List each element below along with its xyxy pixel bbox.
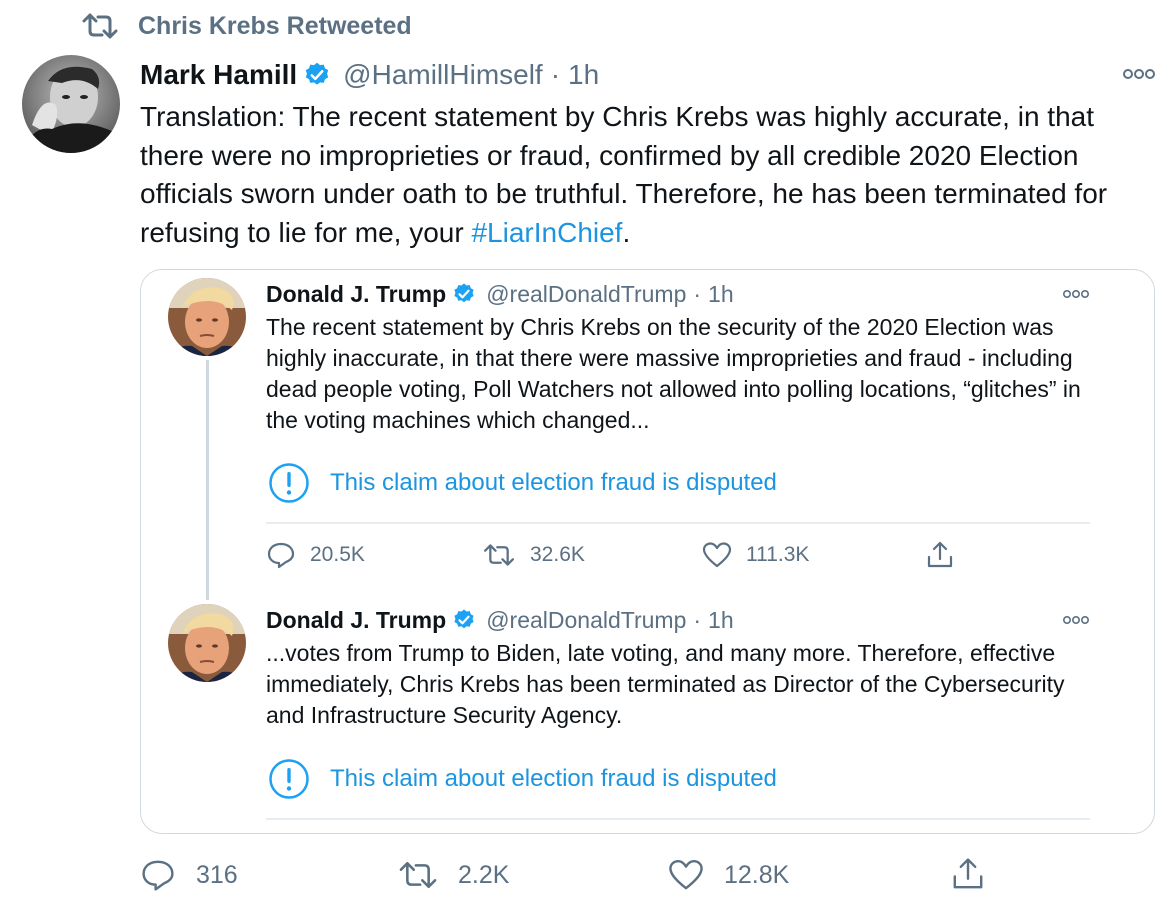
quoted-author-name[interactable]: Donald J. Trump: [266, 281, 446, 308]
more-options-icon[interactable]: [1062, 287, 1090, 301]
quoted-tweet-text: The recent statement by Chris Krebs on t…: [266, 314, 1081, 433]
retweet-icon: [484, 544, 514, 566]
quoted-author-name[interactable]: Donald J. Trump: [266, 607, 446, 634]
share-icon: [927, 541, 953, 568]
tweet-text-end: .: [622, 216, 631, 248]
info-icon: [268, 462, 310, 504]
author-name[interactable]: Mark Hamill: [140, 59, 297, 91]
tweet-text: Translation: The recent statement by Chr…: [140, 98, 1150, 252]
disputed-claim-label[interactable]: This claim about election fraud is dispu…: [330, 469, 777, 497]
like-count: 12.8K: [724, 860, 790, 889]
reply-count: 316: [196, 860, 238, 889]
quoted-tweet-actions: 20.5K 32.6K 111.3K: [266, 538, 1090, 572]
quoted-avatar[interactable]: [168, 604, 246, 682]
verified-badge-icon: [452, 282, 476, 306]
more-options-icon[interactable]: [1062, 613, 1090, 627]
retweet-count: 2.2K: [458, 860, 510, 889]
retweet-context-label: Chris Krebs Retweeted: [138, 11, 412, 40]
heart-icon: [669, 860, 703, 890]
divider: [266, 818, 1090, 820]
share-icon: [953, 858, 983, 889]
separator-dot: ·: [550, 59, 561, 90]
avatar[interactable]: [22, 55, 120, 153]
like-button[interactable]: 12.8K: [668, 856, 789, 894]
verified-badge-icon: [303, 61, 331, 89]
divider: [266, 522, 1090, 524]
retweet-context[interactable]: Chris Krebs Retweeted: [82, 10, 412, 42]
reply-icon: [267, 542, 295, 569]
quoted-tweet-header: Donald J. Trump @realDonaldTrump · 1h: [266, 279, 734, 309]
separator-dot: ·: [693, 606, 702, 633]
hashtag-link[interactable]: #LiarInChief: [471, 217, 622, 248]
retweet-icon: [399, 861, 437, 889]
disputed-claim-notice[interactable]: This claim about election fraud is dispu…: [268, 463, 777, 503]
heart-icon: [702, 542, 732, 568]
reply-button[interactable]: 20.5K: [266, 538, 365, 572]
share-button[interactable]: [926, 538, 968, 572]
like-count: 111.3K: [746, 543, 810, 566]
reply-count: 20.5K: [310, 543, 365, 566]
tweet-header: Mark Hamill @HamillHimself · 1h: [140, 56, 599, 94]
thread-connector-line: [206, 360, 209, 600]
reply-icon: [142, 860, 174, 891]
retweet-button[interactable]: 32.6K: [482, 538, 585, 572]
reply-button[interactable]: 316: [140, 856, 238, 894]
quoted-timestamp[interactable]: 1h: [708, 607, 734, 634]
retweet-icon: [82, 11, 118, 41]
disputed-claim-label[interactable]: This claim about election fraud is dispu…: [330, 765, 777, 793]
retweet-count: 32.6K: [530, 543, 585, 566]
verified-badge-icon: [452, 608, 476, 632]
quoted-tweet-text: ...votes from Trump to Biden, late votin…: [266, 640, 1065, 728]
separator-dot: ·: [693, 280, 702, 307]
quoted-tweet-header: Donald J. Trump @realDonaldTrump · 1h: [266, 605, 734, 635]
share-button[interactable]: [951, 854, 1005, 894]
retweet-button[interactable]: 2.2K: [398, 856, 509, 894]
disputed-claim-notice[interactable]: This claim about election fraud is dispu…: [268, 759, 777, 799]
quoted-timestamp[interactable]: 1h: [708, 281, 734, 308]
info-icon: [268, 758, 310, 800]
more-options-icon[interactable]: [1122, 64, 1156, 84]
quoted-author-handle[interactable]: @realDonaldTrump: [486, 607, 686, 634]
author-handle[interactable]: @HamillHimself: [343, 59, 543, 91]
quoted-author-handle[interactable]: @realDonaldTrump: [486, 281, 686, 308]
quoted-avatar[interactable]: [168, 278, 246, 356]
timestamp[interactable]: 1h: [568, 59, 599, 91]
like-button[interactable]: 111.3K: [702, 538, 809, 572]
